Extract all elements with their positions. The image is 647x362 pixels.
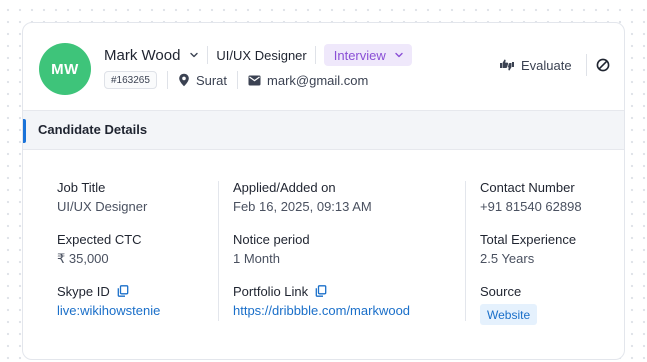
avatar: MW — [39, 43, 91, 95]
name-chevron-down-icon[interactable] — [189, 50, 199, 60]
field-applied-on: Applied/Added on Feb 16, 2025, 09:13 AM — [233, 178, 463, 230]
section-header: Candidate Details — [23, 110, 624, 150]
divider — [207, 46, 209, 64]
field-label: Contact Number — [480, 179, 575, 195]
evaluate-button[interactable]: Evaluate — [499, 54, 572, 76]
mail-icon — [248, 75, 261, 86]
field-label: Notice period — [233, 231, 310, 247]
column-divider — [218, 181, 219, 321]
copy-icon[interactable] — [315, 285, 327, 297]
field-value: ₹ 35,000 — [57, 251, 109, 266]
divider — [166, 71, 168, 89]
divider — [237, 71, 239, 89]
details-column-1: Job Title UI/UX Designer Expected CTC ₹ … — [57, 178, 232, 334]
field-source: Source Website — [480, 282, 620, 334]
divider — [314, 46, 316, 64]
block-icon[interactable] — [595, 57, 611, 73]
field-label: Expected CTC — [57, 231, 142, 247]
details-column-3: Contact Number +91 81540 62898 Total Exp… — [480, 178, 620, 334]
field-label: Total Experience — [480, 231, 577, 247]
column-divider — [465, 181, 466, 321]
candidate-card: MW Mark Wood UI/UX Designer Interview #1… — [22, 22, 625, 360]
candidate-designation: UI/UX Designer — [216, 47, 307, 63]
field-label: Applied/Added on — [233, 179, 336, 195]
stage-dropdown[interactable]: Interview — [323, 44, 412, 66]
field-value: 1 Month — [233, 251, 280, 266]
field-portfolio-link: Portfolio Link https://dribbble.com/mark… — [233, 282, 463, 334]
source-tag: Website — [480, 304, 538, 325]
stage-label: Interview — [333, 47, 386, 63]
field-value: 2.5 Years — [480, 251, 535, 266]
candidate-email[interactable]: mark@gmail.com — [248, 73, 368, 88]
source-value-row: Website — [480, 303, 620, 325]
candidate-meta-row: #163265 Surat mark@gmail.com — [104, 70, 368, 90]
stage-chevron-down-icon — [394, 50, 404, 60]
skype-id-link[interactable]: live:wikihowstenie — [57, 303, 232, 321]
section-accent — [23, 119, 26, 143]
candidate-header-row: Mark Wood UI/UX Designer Interview — [104, 43, 412, 67]
skype-id-label-row: Skype ID — [57, 282, 232, 300]
candidate-location: Surat — [178, 73, 227, 88]
portfolio-link[interactable]: https://dribbble.com/markwood — [233, 303, 463, 321]
field-total-experience: Total Experience 2.5 Years — [480, 230, 620, 282]
candidate-id-badge: #163265 — [104, 71, 157, 89]
thumbs-up-down-icon — [499, 58, 515, 72]
portfolio-label-row: Portfolio Link — [233, 282, 463, 300]
field-expected-ctc: Expected CTC ₹ 35,000 — [57, 230, 232, 282]
field-value: +91 81540 62898 — [480, 199, 582, 214]
field-contact-number: Contact Number +91 81540 62898 — [480, 178, 620, 230]
field-value: UI/UX Designer — [57, 199, 148, 214]
field-skype-id: Skype ID live:wikihowstenie — [57, 282, 232, 334]
location-pin-icon — [178, 73, 190, 87]
avatar-initials: MW — [51, 60, 79, 78]
email-text: mark@gmail.com — [267, 72, 369, 88]
field-label: Portfolio Link — [233, 283, 309, 299]
location-text: Surat — [195, 72, 228, 88]
field-value: Feb 16, 2025, 09:13 AM — [233, 199, 372, 214]
field-label: Job Title — [57, 179, 106, 195]
candidate-name[interactable]: Mark Wood — [104, 47, 180, 64]
field-label: Skype ID — [57, 283, 110, 299]
details-column-2: Applied/Added on Feb 16, 2025, 09:13 AM … — [233, 178, 463, 334]
copy-icon[interactable] — [117, 285, 129, 297]
field-notice-period: Notice period 1 Month — [233, 230, 463, 282]
evaluate-label: Evaluate — [521, 57, 572, 73]
section-title: Candidate Details — [38, 122, 148, 137]
divider — [586, 54, 587, 76]
field-job-title: Job Title UI/UX Designer — [57, 178, 232, 230]
field-label: Source — [480, 283, 522, 299]
